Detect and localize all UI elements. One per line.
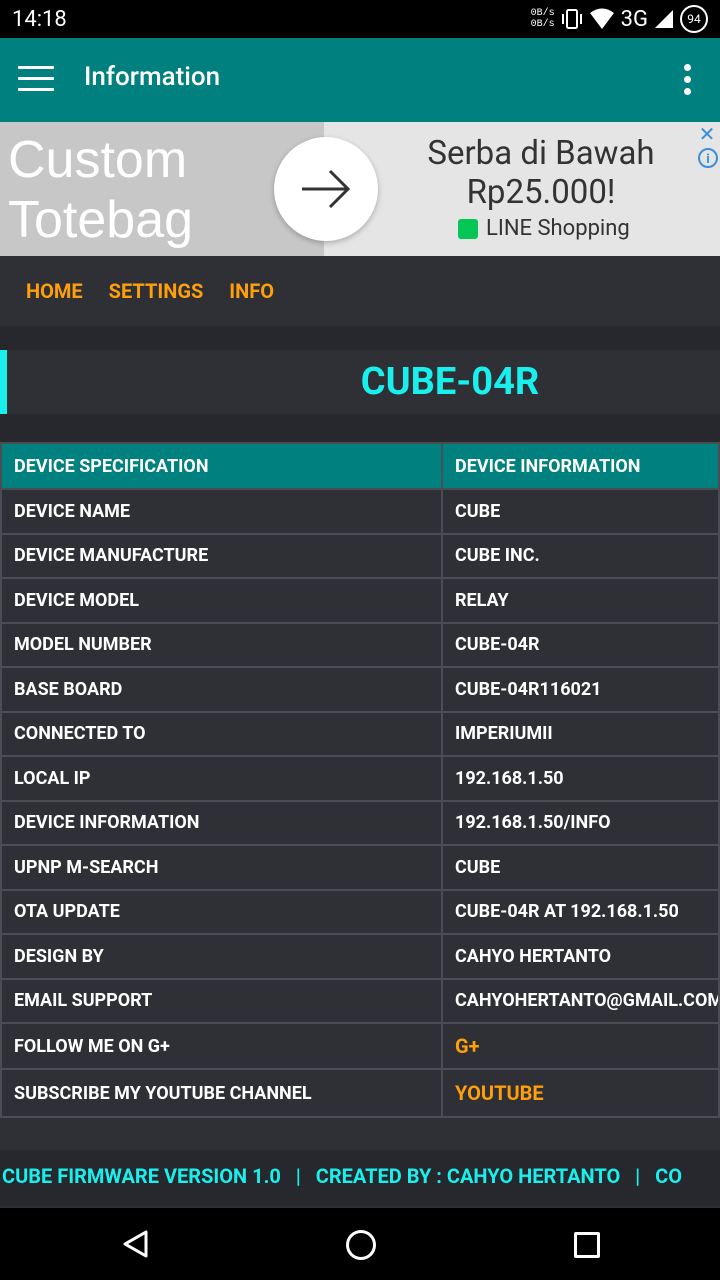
spec-label: LOCAL IP — [0, 755, 443, 802]
footer-marquee: CUBE FIRMWARE VERSION 1.0 | CREATED BY :… — [0, 1150, 720, 1206]
nav-settings[interactable]: SETTINGS — [109, 279, 204, 303]
spec-label: DESIGN BY — [0, 933, 443, 980]
system-nav-bar — [0, 1208, 720, 1280]
spec-label: EMAIL SUPPORT — [0, 977, 443, 1024]
table-row: CONNECTED TO IMPERIUMII — [0, 710, 720, 757]
youtube-link[interactable]: YOUTUBE — [441, 1068, 720, 1118]
ad-image-text: Totebag — [8, 191, 194, 249]
ad-source-label: LINE Shopping — [486, 216, 630, 241]
spec-label: CONNECTED TO — [0, 710, 443, 757]
table-row: OTA UPDATE CUBE-04R AT 192.168.1.50 — [0, 888, 720, 935]
nav-info[interactable]: INFO — [229, 279, 274, 303]
spec-label: BASE BOARD — [0, 666, 443, 713]
spec-value: CUBE-04R — [441, 621, 720, 668]
net-down-speed: 0B/s — [530, 19, 555, 30]
table-row: MODEL NUMBER CUBE-04R — [0, 621, 720, 668]
page-title: Information — [84, 62, 221, 92]
back-icon[interactable] — [122, 1230, 150, 1258]
line-shopping-icon — [458, 218, 478, 239]
signal-icon — [655, 10, 673, 28]
app-bar: Information — [0, 38, 720, 122]
home-icon[interactable] — [346, 1230, 376, 1260]
table-row: DESIGN BY CAHYO HERTANTO — [0, 933, 720, 980]
spec-label: DEVICE INFORMATION — [0, 799, 443, 846]
network-speed: 0B/s 0B/s — [531, 8, 555, 30]
device-title: CUBE-04R — [360, 360, 540, 404]
table-row: SUBSCRIBE MY YOUTUBE CHANNEL YOUTUBE — [0, 1068, 720, 1118]
spec-value: CUBE — [441, 844, 720, 891]
device-info-table: DEVICE SPECIFICATION DEVICE INFORMATION … — [0, 442, 720, 1118]
spacer — [0, 414, 720, 442]
nav-home[interactable]: HOME — [26, 279, 83, 303]
ad-close-icon[interactable]: ✕ — [696, 124, 718, 146]
column-header: DEVICE INFORMATION — [441, 442, 720, 490]
ad-headline-line: Rp25.000! — [466, 173, 616, 212]
battery-icon: 94 — [680, 5, 708, 33]
spec-label: UPNP M-SEARCH — [0, 844, 443, 891]
ad-arrow-button[interactable] — [274, 137, 378, 241]
spec-value: CAHYO HERTANTO — [441, 933, 720, 980]
table-row: DEVICE INFORMATION 192.168.1.50/INFO — [0, 799, 720, 846]
arrow-right-icon — [302, 169, 351, 209]
spec-label: DEVICE MODEL — [0, 577, 443, 624]
table-row: DEVICE NAME CUBE — [0, 488, 720, 535]
network-type: 3G — [620, 6, 648, 32]
wifi-icon — [589, 8, 614, 29]
spec-value: CUBE-04R116021 — [441, 666, 720, 713]
hamburger-menu-icon[interactable] — [18, 66, 54, 94]
spec-label: DEVICE NAME — [0, 488, 443, 535]
spec-value: CAHYOHERTANTO@GMAIL.COM — [441, 977, 720, 1024]
table-row: LOCAL IP 192.168.1.50 — [0, 755, 720, 802]
spec-value: CUBE-04R AT 192.168.1.50 — [441, 888, 720, 935]
spacer — [0, 326, 720, 350]
spec-value: CUBE INC. — [441, 532, 720, 579]
table-row: DEVICE MODEL RELAY — [0, 577, 720, 624]
ad-banner[interactable]: Custom Totebag Serba di Bawah Rp25.000! … — [0, 122, 720, 256]
spec-value: CUBE — [441, 488, 720, 535]
table-row: DEVICE MANUFACTURE CUBE INC. — [0, 532, 720, 579]
vibrate-icon — [561, 9, 582, 29]
spec-value: IMPERIUMII — [441, 710, 720, 757]
ad-info-icon[interactable]: i — [698, 148, 718, 168]
status-icons: 0B/s 0B/s 3G 94 — [531, 4, 708, 34]
table-header-row: DEVICE SPECIFICATION DEVICE INFORMATION — [0, 442, 720, 490]
spec-label: MODEL NUMBER — [0, 621, 443, 668]
table-row: UPNP M-SEARCH CUBE — [0, 844, 720, 891]
table-row: BASE BOARD CUBE-04R116021 — [0, 666, 720, 713]
google-plus-link[interactable]: G+ — [441, 1022, 720, 1070]
net-up-speed: 0B/s — [530, 8, 555, 19]
top-nav: HOME SETTINGS INFO — [0, 256, 720, 326]
ad-image-text: Custom — [8, 131, 188, 189]
spec-value: 192.168.1.50/INFO — [441, 799, 720, 846]
spec-label: FOLLOW ME ON G+ — [0, 1022, 443, 1070]
ad-headline-line: Serba di Bawah — [427, 134, 655, 173]
table-row: EMAIL SUPPORT CAHYOHERTANTO@GMAIL.COM — [0, 977, 720, 1024]
column-header: DEVICE SPECIFICATION — [0, 442, 443, 490]
device-heading: CUBE-04R — [0, 350, 720, 414]
spec-label: DEVICE MANUFACTURE — [0, 532, 443, 579]
clock: 14:18 — [12, 7, 67, 32]
spec-label: OTA UPDATE — [0, 888, 443, 935]
recent-apps-icon[interactable] — [574, 1232, 600, 1258]
ad-source: LINE Shopping — [458, 216, 630, 241]
spec-value: 192.168.1.50 — [441, 755, 720, 802]
spec-value: RELAY — [441, 577, 720, 624]
ad-headline[interactable]: Serba di Bawah Rp25.000! — [396, 134, 686, 212]
status-bar: 14:18 0B/s 0B/s 3G 94 — [0, 0, 720, 38]
footer-text: CUBE FIRMWARE VERSION 1.0 | CREATED BY :… — [2, 1164, 683, 1188]
spec-label: SUBSCRIBE MY YOUTUBE CHANNEL — [0, 1068, 443, 1118]
table-row: FOLLOW ME ON G+ G+ — [0, 1022, 720, 1070]
more-options-icon[interactable] — [684, 64, 692, 100]
